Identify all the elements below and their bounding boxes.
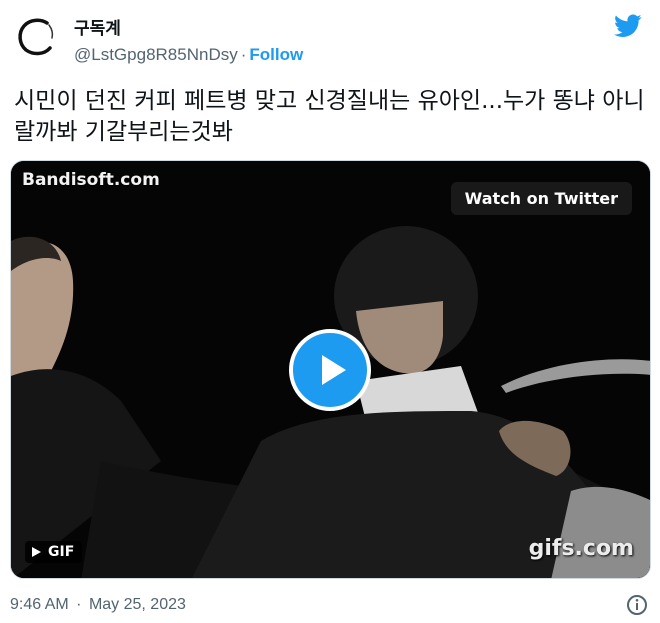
tweet-text: 시민이 던진 커피 페트병 맞고 신경질내는 유아인...누가 똥냐 아니랄까봐… [14, 88, 645, 145]
tweet-timestamp[interactable]: 9:46 AM · May 25, 2023 [10, 596, 186, 614]
avatar[interactable] [14, 14, 58, 58]
tweet-card: 구독계 @LstGpg8R85NnDsy · Follow 시민이 던진 커피 페트… [0, 0, 660, 623]
circle-brush-avatar-icon [18, 18, 54, 56]
gif-label: GIF [48, 544, 75, 560]
watermark-bandisoft: Bandisoft.com [22, 170, 160, 190]
watch-on-twitter-button[interactable]: Watch on Twitter [450, 182, 632, 215]
handle-separator: · [240, 45, 247, 64]
media-video[interactable]: Bandisoft.com Watch on Twitter GIF gifs.… [10, 160, 651, 579]
timestamp-separator: · [76, 596, 82, 613]
tweet-date: May 25, 2023 [88, 596, 186, 613]
gif-badge[interactable]: GIF [25, 541, 83, 563]
author-handle-row: @LstGpg8R85NnDsy · Follow [74, 45, 303, 65]
watermark-gifs: gifs.com [528, 536, 634, 561]
info-icon[interactable] [626, 594, 648, 616]
twitter-bird-icon[interactable] [614, 14, 642, 38]
follow-button[interactable]: Follow [249, 45, 303, 64]
play-icon [322, 355, 346, 385]
author-display-name[interactable]: 구독계 [74, 14, 121, 39]
tweet-time: 9:46 AM [10, 596, 69, 613]
play-small-icon [32, 547, 41, 557]
author-handle[interactable]: @LstGpg8R85NnDsy [74, 45, 238, 64]
play-button[interactable] [289, 329, 371, 411]
